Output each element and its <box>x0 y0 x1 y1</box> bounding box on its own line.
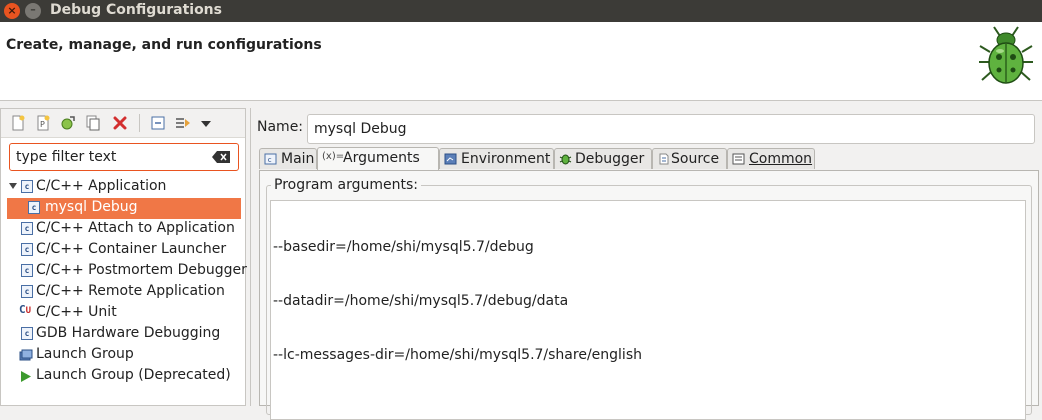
launch-group-icon <box>19 349 33 361</box>
svg-text:c: c <box>268 156 272 164</box>
tree-item-label: Launch Group <box>36 346 134 362</box>
title-bar: × – Debug Configurations <box>0 0 1042 22</box>
view-menu-icon[interactable] <box>197 114 215 132</box>
unit-test-icon: CU <box>19 303 32 316</box>
tree-item[interactable]: c C/C++ Attach to Application <box>1 219 245 240</box>
tree-group-label: C/C++ Application <box>36 178 167 194</box>
run-triangle-icon <box>21 371 31 382</box>
c-config-icon: c <box>28 201 40 214</box>
tree-item-label: C/C++ Remote Application <box>36 283 225 299</box>
duplicate-icon[interactable] <box>84 114 102 132</box>
tab-label: Source <box>671 151 720 167</box>
filter-input[interactable]: type filter text <box>9 143 239 171</box>
tree-item-label: Launch Group (Deprecated) <box>36 367 231 383</box>
delete-icon[interactable] <box>111 114 129 132</box>
tree-item-label: GDB Hardware Debugging <box>36 325 221 341</box>
tree-item[interactable]: c C/C++ Postmortem Debugger <box>1 261 247 282</box>
collapse-all-icon[interactable] <box>149 114 167 132</box>
c-config-icon: c <box>21 180 33 193</box>
name-label: Name: <box>257 119 304 135</box>
tab-main[interactable]: c Main <box>259 148 317 169</box>
source-tab-icon <box>659 153 669 165</box>
tree-item[interactable]: Launch Group <box>1 345 245 366</box>
name-field[interactable]: mysql Debug <box>307 114 1035 144</box>
configuration-list-panel: P type filter text c C/C++ Application c… <box>0 108 247 406</box>
c-config-icon: c <box>21 327 33 340</box>
tree-item-label: mysql Debug <box>45 199 138 215</box>
c-config-icon: c <box>21 243 33 256</box>
svg-text:P: P <box>40 120 45 129</box>
argument-line: --datadir=/home/shi/mysql5.7/debug/data <box>273 293 569 309</box>
dialog-header-title: Create, manage, and run configurations <box>6 37 322 53</box>
c-config-icon: c <box>21 285 33 298</box>
tree-item-label: C/C++ Attach to Application <box>36 220 235 236</box>
filter-icon[interactable] <box>174 114 192 132</box>
config-tabs: c Main (x)= Arguments Environment Debugg… <box>259 147 1039 170</box>
tab-debugger[interactable]: Debugger <box>554 148 652 169</box>
configuration-editor-panel: Name: mysql Debug c Main (x)= Arguments … <box>250 108 1042 420</box>
clear-filter-icon[interactable] <box>212 151 230 163</box>
dialog-header: Create, manage, and run configurations <box>0 22 1042 101</box>
tree-group-cpp-application[interactable]: c C/C++ Application <box>1 177 245 198</box>
tab-label: Common <box>749 151 813 167</box>
tab-label: Main <box>281 151 315 167</box>
main-tab-icon: c <box>264 153 277 165</box>
argument-line: --basedir=/home/shi/mysql5.7/debug <box>273 239 534 255</box>
tree-item[interactable]: c GDB Hardware Debugging <box>1 324 245 345</box>
program-arguments-textarea[interactable]: --basedir=/home/shi/mysql5.7/debug --dat… <box>270 200 1026 420</box>
program-arguments-group: Program arguments: --basedir=/home/shi/m… <box>266 177 1032 420</box>
program-arguments-label: Program arguments: <box>271 177 421 193</box>
argument-line: --lc-messages-dir=/home/shi/mysql5.7/sha… <box>273 347 642 363</box>
name-field-value: mysql Debug <box>314 121 407 137</box>
window-title: Debug Configurations <box>50 2 222 18</box>
debugger-tab-icon <box>559 154 572 165</box>
tree-item-label: C/C++ Unit <box>36 304 117 320</box>
tree-item[interactable]: c C/C++ Container Launcher <box>1 240 245 261</box>
tree-item[interactable]: Launch Group (Deprecated) <box>1 366 245 387</box>
tree-item-selected[interactable]: c mysql Debug <box>7 198 241 219</box>
tree-item-label: C/C++ Container Launcher <box>36 241 227 257</box>
arguments-tab-panel: Program arguments: --basedir=/home/shi/m… <box>259 170 1039 420</box>
tab-label: Environment <box>461 151 551 167</box>
tab-source[interactable]: Source <box>652 148 727 169</box>
toolbar-separator <box>139 114 140 132</box>
c-config-icon: c <box>21 222 33 235</box>
new-prototype-icon[interactable]: P <box>34 114 52 132</box>
new-config-icon[interactable] <box>9 114 27 132</box>
tree-item-label: C/C++ Postmortem Debugger <box>36 262 247 278</box>
configuration-toolbar: P <box>1 109 245 138</box>
tree-item[interactable]: CU C/C++ Unit <box>1 303 245 324</box>
minimize-window-button[interactable]: – <box>25 3 41 19</box>
close-window-button[interactable]: × <box>4 3 20 19</box>
tab-arguments[interactable]: (x)= Arguments <box>317 147 439 170</box>
tree-item[interactable]: c C/C++ Remote Application <box>1 282 245 303</box>
c-config-icon: c <box>21 264 33 277</box>
common-tab-icon <box>732 153 745 165</box>
arguments-tab-icon: (x)= <box>322 151 345 162</box>
environment-tab-icon <box>444 153 457 165</box>
export-icon[interactable] <box>59 114 77 132</box>
tab-label: Arguments <box>343 150 420 166</box>
tab-label: Debugger <box>575 151 645 167</box>
tab-environment[interactable]: Environment <box>439 148 554 169</box>
expand-arrow-icon[interactable] <box>9 183 17 189</box>
filter-input-text: type filter text <box>16 149 117 165</box>
tab-common[interactable]: Common <box>727 148 815 169</box>
debug-bug-icon <box>979 26 1033 84</box>
